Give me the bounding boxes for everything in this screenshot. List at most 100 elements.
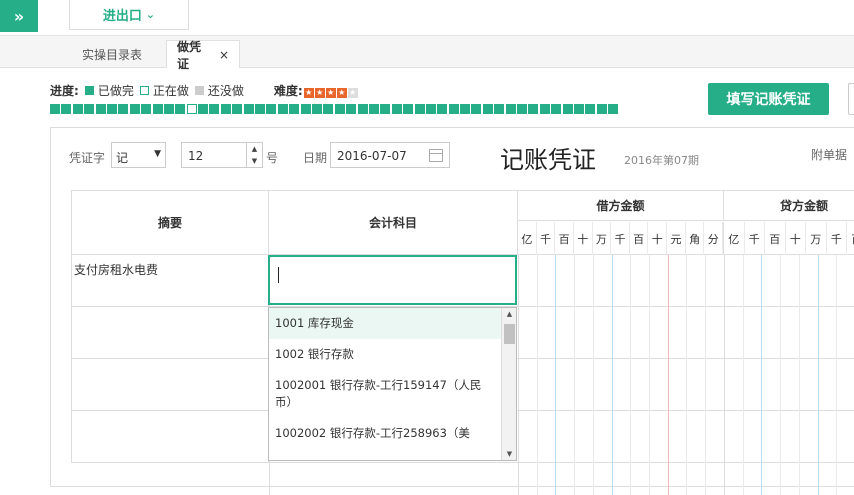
progress-block[interactable]: [72, 104, 83, 114]
import-export-menu-button[interactable]: 进出口 ⌄: [69, 0, 189, 30]
progress-block[interactable]: [585, 104, 596, 114]
progress-block[interactable]: [562, 104, 573, 114]
expand-sidebar-icon[interactable]: »: [0, 0, 38, 32]
gridline: [518, 255, 519, 495]
progress-block[interactable]: [220, 104, 231, 114]
scroll-down-icon[interactable]: ▼: [502, 450, 516, 458]
gridline: [611, 255, 613, 495]
summary-cell[interactable]: [71, 411, 269, 463]
progress-block[interactable]: [118, 104, 129, 114]
fill-voucher-button[interactable]: 填写记账凭证: [708, 83, 829, 115]
progress-block[interactable]: [403, 104, 414, 114]
dropdown-scrollbar[interactable]: ▲ ▼: [501, 308, 516, 460]
voucher-word-select[interactable]: 记 ▼: [111, 142, 166, 168]
star-filled-icon: ★: [325, 87, 336, 98]
partial-button[interactable]: [848, 83, 854, 115]
progress-block[interactable]: [106, 104, 117, 114]
tab-bar: 实操目录表 做凭证 ×: [0, 36, 854, 71]
debit-digit-1: 千: [537, 222, 556, 255]
progress-block[interactable]: [460, 104, 471, 114]
progress-block[interactable]: [198, 104, 209, 114]
progress-block[interactable]: [255, 104, 266, 114]
account-option[interactable]: 1001 库存现金: [269, 308, 502, 339]
progress-block[interactable]: [482, 104, 493, 114]
progress-block[interactable]: [505, 104, 516, 114]
tab-make-voucher[interactable]: 做凭证 ×: [166, 40, 240, 71]
progress-block[interactable]: [368, 104, 379, 114]
credit-digit-0: 亿: [724, 222, 745, 255]
gridline: [742, 255, 744, 495]
todo-swatch-icon: [194, 86, 204, 95]
progress-block[interactable]: [95, 104, 106, 114]
summary-header: 摘要: [71, 191, 269, 255]
gridline: [686, 255, 688, 495]
scroll-up-icon[interactable]: ▲: [502, 310, 516, 318]
progress-block[interactable]: [380, 104, 391, 114]
progress-block[interactable]: [528, 104, 539, 114]
progress-block[interactable]: [186, 104, 197, 114]
close-icon[interactable]: ×: [219, 48, 229, 62]
done-swatch-icon: [84, 86, 94, 95]
progress-block[interactable]: [163, 104, 174, 114]
progress-block[interactable]: [266, 104, 277, 114]
progress-block[interactable]: [346, 104, 357, 114]
progress-block[interactable]: [391, 104, 402, 114]
progress-block[interactable]: [300, 104, 311, 114]
progress-block[interactable]: [50, 104, 60, 114]
progress-block[interactable]: [414, 104, 425, 114]
account-option[interactable]: 1002 银行存款: [269, 339, 502, 370]
progress-block[interactable]: [573, 104, 584, 114]
tab-label: 实操目录表: [82, 47, 143, 62]
progress-block[interactable]: [551, 104, 562, 114]
tab-practice-catalog[interactable]: 实操目录表: [72, 40, 152, 68]
progress-block[interactable]: [129, 104, 140, 114]
progress-block[interactable]: [323, 104, 334, 114]
credit-digit-4: 万: [806, 222, 827, 255]
progress-block[interactable]: [311, 104, 322, 114]
calendar-icon[interactable]: [429, 149, 443, 162]
progress-block[interactable]: [608, 104, 619, 114]
account-option[interactable]: 1002001 银行存款-工行159147（人民币）: [269, 370, 502, 418]
doing-swatch-icon: [139, 86, 149, 95]
progress-block[interactable]: [437, 104, 448, 114]
progress-block[interactable]: [277, 104, 288, 114]
doing-label: 正在做: [152, 84, 189, 98]
debit-digit-2: 百: [555, 222, 574, 255]
gridline: [836, 255, 838, 495]
date-field[interactable]: 2016-07-07: [330, 142, 450, 168]
debit-digit-3: 十: [574, 222, 593, 255]
tab-label: 做凭证: [177, 39, 202, 71]
account-input[interactable]: [268, 255, 517, 305]
stepper-arrows-icon[interactable]: ▲ ▼: [246, 143, 262, 167]
progress-block[interactable]: [539, 104, 550, 114]
progress-block[interactable]: [517, 104, 528, 114]
progress-block[interactable]: [141, 104, 152, 114]
progress-block[interactable]: [471, 104, 482, 114]
difficulty-label: 难度:: [273, 84, 303, 98]
voucher-number-stepper[interactable]: 12 ▲ ▼: [181, 142, 263, 168]
date-label: 日期: [303, 151, 328, 165]
account-option[interactable]: 1002002 银行存款-工行258963（美: [269, 418, 502, 449]
progress-block[interactable]: [425, 104, 436, 114]
progress-block[interactable]: [152, 104, 163, 114]
progress-block[interactable]: [61, 104, 72, 114]
progress-block[interactable]: [494, 104, 505, 114]
summary-cell[interactable]: [71, 307, 269, 359]
progress-block[interactable]: [232, 104, 243, 114]
progress-block[interactable]: [209, 104, 220, 114]
progress-block[interactable]: [596, 104, 607, 114]
progress-block[interactable]: [334, 104, 345, 114]
summary-cell[interactable]: 支付房租水电费: [71, 255, 269, 307]
summary-cell[interactable]: [71, 359, 269, 411]
account-dropdown: 1001 库存现金 1002 银行存款 1002001 银行存款-工行159147（…: [268, 307, 517, 461]
debit-digit-headers: 亿千百十万千百十元角分: [518, 222, 724, 255]
progress-block[interactable]: [357, 104, 368, 114]
progress-block[interactable]: [289, 104, 300, 114]
menu-label: 进出口: [102, 9, 142, 24]
progress-block[interactable]: [243, 104, 254, 114]
debit-header: 借方金额: [518, 191, 724, 221]
progress-block[interactable]: [448, 104, 459, 114]
progress-block[interactable]: [175, 104, 186, 114]
progress-block[interactable]: [84, 104, 95, 114]
scroll-thumb[interactable]: [504, 324, 515, 344]
